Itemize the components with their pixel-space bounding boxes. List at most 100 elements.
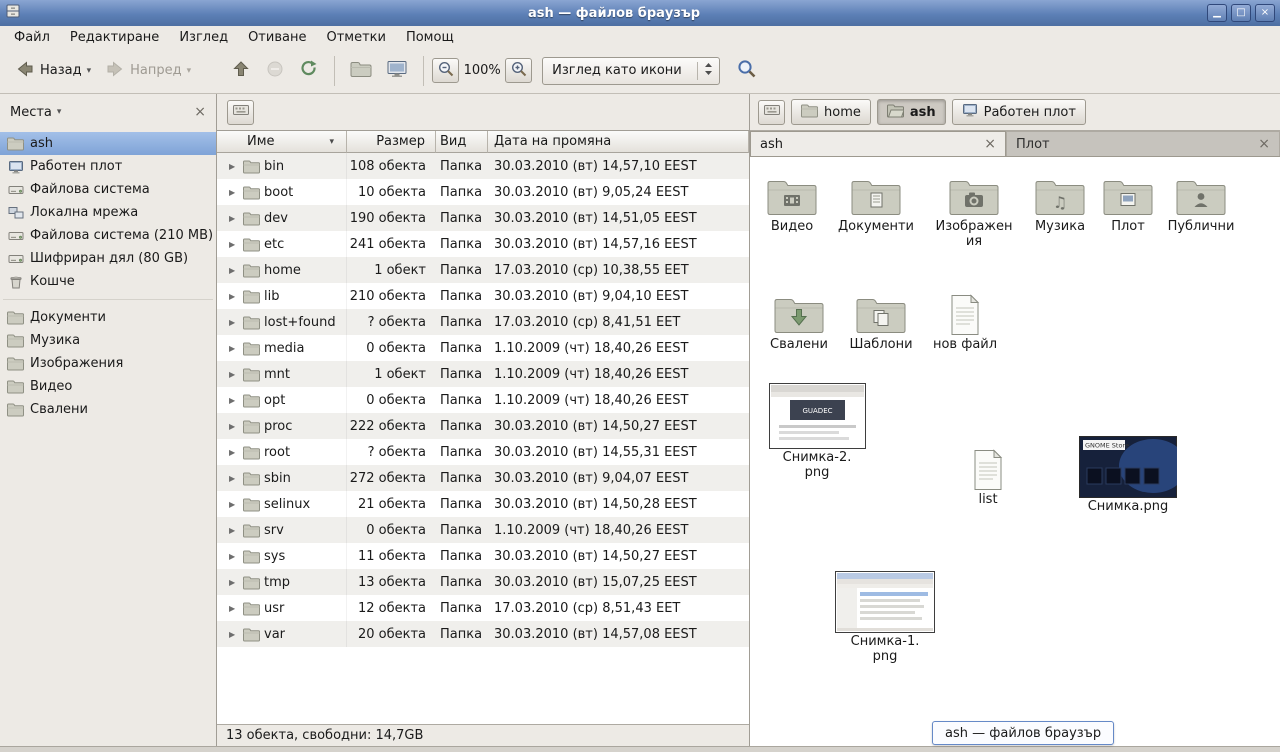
- column-header-type[interactable]: Вид: [436, 131, 488, 153]
- places-title[interactable]: Места: [10, 105, 52, 120]
- sidebar-item-desktop[interactable]: Работен плот: [0, 155, 216, 178]
- sidebar-close-icon[interactable]: ×: [194, 104, 206, 120]
- file-row-mnt[interactable]: ▶mnt1 обектПапка1.10.2009 (чт) 18,40,26 …: [217, 361, 749, 387]
- expander-icon[interactable]: ▶: [229, 578, 239, 587]
- file-row-media[interactable]: ▶media0 обектаПапка1.10.2009 (чт) 18,40,…: [217, 335, 749, 361]
- menu-help[interactable]: Помощ: [396, 28, 464, 47]
- expander-icon[interactable]: ▶: [229, 526, 239, 535]
- forward-button[interactable]: Напред ▾: [98, 54, 198, 88]
- icon-item-music[interactable]: ♫Музика: [1024, 176, 1096, 235]
- icon-item-desktop[interactable]: Плот: [1095, 176, 1161, 235]
- menu-bookmarks[interactable]: Отметки: [316, 28, 395, 47]
- sidebar-item-filesystem[interactable]: Файлова система: [0, 178, 216, 201]
- expander-icon[interactable]: ▶: [229, 318, 239, 327]
- up-button[interactable]: [224, 54, 258, 88]
- file-row-etc[interactable]: ▶etc241 обектаПапка30.03.2010 (вт) 14,57…: [217, 231, 749, 257]
- sidebar-item-ash[interactable]: ash: [0, 132, 216, 155]
- file-row-sys[interactable]: ▶sys11 обектаПапка30.03.2010 (вт) 14,50,…: [217, 543, 749, 569]
- sidebar-item-video[interactable]: Видео: [0, 375, 216, 398]
- titlebar[interactable]: ash — файлов браузър ▁ □ ×: [0, 0, 1280, 26]
- sidebar-item-music[interactable]: Музика: [0, 329, 216, 352]
- file-row-sbin[interactable]: ▶sbin272 обектаПапка30.03.2010 (вт) 9,04…: [217, 465, 749, 491]
- file-row-lost+found[interactable]: ▶lost+found? обектаПапка17.03.2010 (ср) …: [217, 309, 749, 335]
- column-header-size[interactable]: Размер: [347, 131, 436, 153]
- file-row-proc[interactable]: ▶proc222 обектаПапка30.03.2010 (вт) 14,5…: [217, 413, 749, 439]
- menu-view[interactable]: Изглед: [169, 28, 238, 47]
- file-row-lib[interactable]: ▶lib210 обектаПапка30.03.2010 (вт) 9,04,…: [217, 283, 749, 309]
- sidebar-item-documents[interactable]: Документи: [0, 306, 216, 329]
- sidebar-item-filesystem-210mb[interactable]: Файлова система (210 MB): [0, 224, 216, 247]
- expander-icon[interactable]: ▶: [229, 630, 239, 639]
- path-button-ash[interactable]: ash: [877, 99, 946, 125]
- location-button[interactable]: [227, 100, 254, 125]
- file-row-boot[interactable]: ▶boot10 обектаПапка30.03.2010 (вт) 9,05,…: [217, 179, 749, 205]
- sidebar-item-local-network[interactable]: Локална мрежа: [0, 201, 216, 224]
- icon-item-images[interactable]: Изображения: [935, 176, 1013, 249]
- icon-item-templates[interactable]: Шаблони: [846, 294, 916, 353]
- view-mode-select[interactable]: Изглед като икони: [542, 57, 720, 85]
- file-row-tmp[interactable]: ▶tmp13 обектаПапка30.03.2010 (вт) 15,07,…: [217, 569, 749, 595]
- expander-icon[interactable]: ▶: [229, 604, 239, 613]
- column-header-name[interactable]: Име▾: [217, 131, 347, 153]
- taskbar-window-button[interactable]: ash — файлов браузър: [932, 721, 1114, 745]
- file-row-bin[interactable]: ▶bin108 обектаПапка30.03.2010 (вт) 14,57…: [217, 153, 749, 179]
- sidebar-item-downloads[interactable]: Свалени: [0, 398, 216, 421]
- expander-icon[interactable]: ▶: [229, 344, 239, 353]
- expander-icon[interactable]: ▶: [229, 292, 239, 301]
- icon-item-snimka-2-png[interactable]: GUADECСнимка-2.png: [767, 383, 867, 480]
- sidebar-item-trash[interactable]: Кошче: [0, 270, 216, 293]
- path-button-home[interactable]: home: [791, 99, 871, 125]
- file-row-srv[interactable]: ▶srv0 обектаПапка1.10.2009 (чт) 18,40,26…: [217, 517, 749, 543]
- maximize-button[interactable]: □: [1231, 4, 1251, 22]
- expander-icon[interactable]: ▶: [229, 552, 239, 561]
- expander-icon[interactable]: ▶: [229, 240, 239, 249]
- file-row-var[interactable]: ▶var20 обектаПапка30.03.2010 (вт) 14,57,…: [217, 621, 749, 647]
- zoom-in-button[interactable]: [505, 58, 532, 83]
- file-row-home[interactable]: ▶home1 обектПапка17.03.2010 (ср) 10,38,5…: [217, 257, 749, 283]
- stop-button[interactable]: [258, 54, 292, 88]
- chevron-down-icon[interactable]: ▾: [87, 66, 92, 76]
- reload-button[interactable]: [292, 54, 326, 88]
- tab-plot[interactable]: Плот×: [1006, 131, 1280, 156]
- file-row-opt[interactable]: ▶opt0 обектаПапка1.10.2009 (чт) 18,40,26…: [217, 387, 749, 413]
- expander-icon[interactable]: ▶: [229, 266, 239, 275]
- tab-close-icon[interactable]: ×: [1258, 136, 1270, 152]
- home-button[interactable]: [343, 55, 379, 87]
- menu-go[interactable]: Отиване: [238, 28, 316, 47]
- icon-item-downloads[interactable]: Свалени: [763, 294, 835, 353]
- expander-icon[interactable]: ▶: [229, 396, 239, 405]
- location-button[interactable]: [758, 100, 785, 125]
- icon-view[interactable]: ВидеоДокументиИзображения♫МузикаПлотПубл…: [750, 156, 1280, 746]
- file-row-usr[interactable]: ▶usr12 обектаПапка17.03.2010 (ср) 8,51,4…: [217, 595, 749, 621]
- icon-item-public[interactable]: Публични: [1162, 176, 1240, 235]
- minimize-button[interactable]: ▁: [1207, 4, 1227, 22]
- icon-item-list[interactable]: list: [953, 449, 1023, 508]
- column-header-date[interactable]: Дата на промяна: [488, 131, 749, 153]
- icon-item-new-file[interactable]: нов файл: [928, 294, 1002, 353]
- expander-icon[interactable]: ▶: [229, 422, 239, 431]
- icon-item-video[interactable]: Видео: [756, 176, 828, 235]
- close-button[interactable]: ×: [1255, 4, 1275, 22]
- expander-icon[interactable]: ▶: [229, 448, 239, 457]
- sidebar-item-encrypted-80gb[interactable]: Шифриран дял (80 GB): [0, 247, 216, 270]
- path-button-desktop[interactable]: Работен плот: [952, 99, 1086, 125]
- tab-close-icon[interactable]: ×: [984, 136, 996, 152]
- file-row-dev[interactable]: ▶dev190 обектаПапка30.03.2010 (вт) 14,51…: [217, 205, 749, 231]
- zoom-out-button[interactable]: [432, 58, 459, 83]
- expander-icon[interactable]: ▶: [229, 474, 239, 483]
- icon-item-snimka-png[interactable]: GNOME StoreСнимка.png: [1076, 436, 1180, 515]
- back-button[interactable]: Назад ▾: [8, 54, 98, 88]
- menu-edit[interactable]: Редактиране: [60, 28, 169, 47]
- file-row-selinux[interactable]: ▶selinux21 обектаПапка30.03.2010 (вт) 14…: [217, 491, 749, 517]
- expander-icon[interactable]: ▶: [229, 214, 239, 223]
- expander-icon[interactable]: ▶: [229, 370, 239, 379]
- expander-icon[interactable]: ▶: [229, 188, 239, 197]
- chevron-down-icon[interactable]: ▾: [57, 107, 62, 117]
- icon-item-snimka-1-png[interactable]: Снимка-1.png: [833, 571, 937, 664]
- computer-button[interactable]: [379, 54, 415, 88]
- tab-ash[interactable]: ash×: [750, 131, 1006, 156]
- search-button[interactable]: [730, 54, 764, 88]
- file-row-root[interactable]: ▶root? обектаПапка30.03.2010 (вт) 14,55,…: [217, 439, 749, 465]
- sidebar-item-images[interactable]: Изображения: [0, 352, 216, 375]
- expander-icon[interactable]: ▶: [229, 162, 239, 171]
